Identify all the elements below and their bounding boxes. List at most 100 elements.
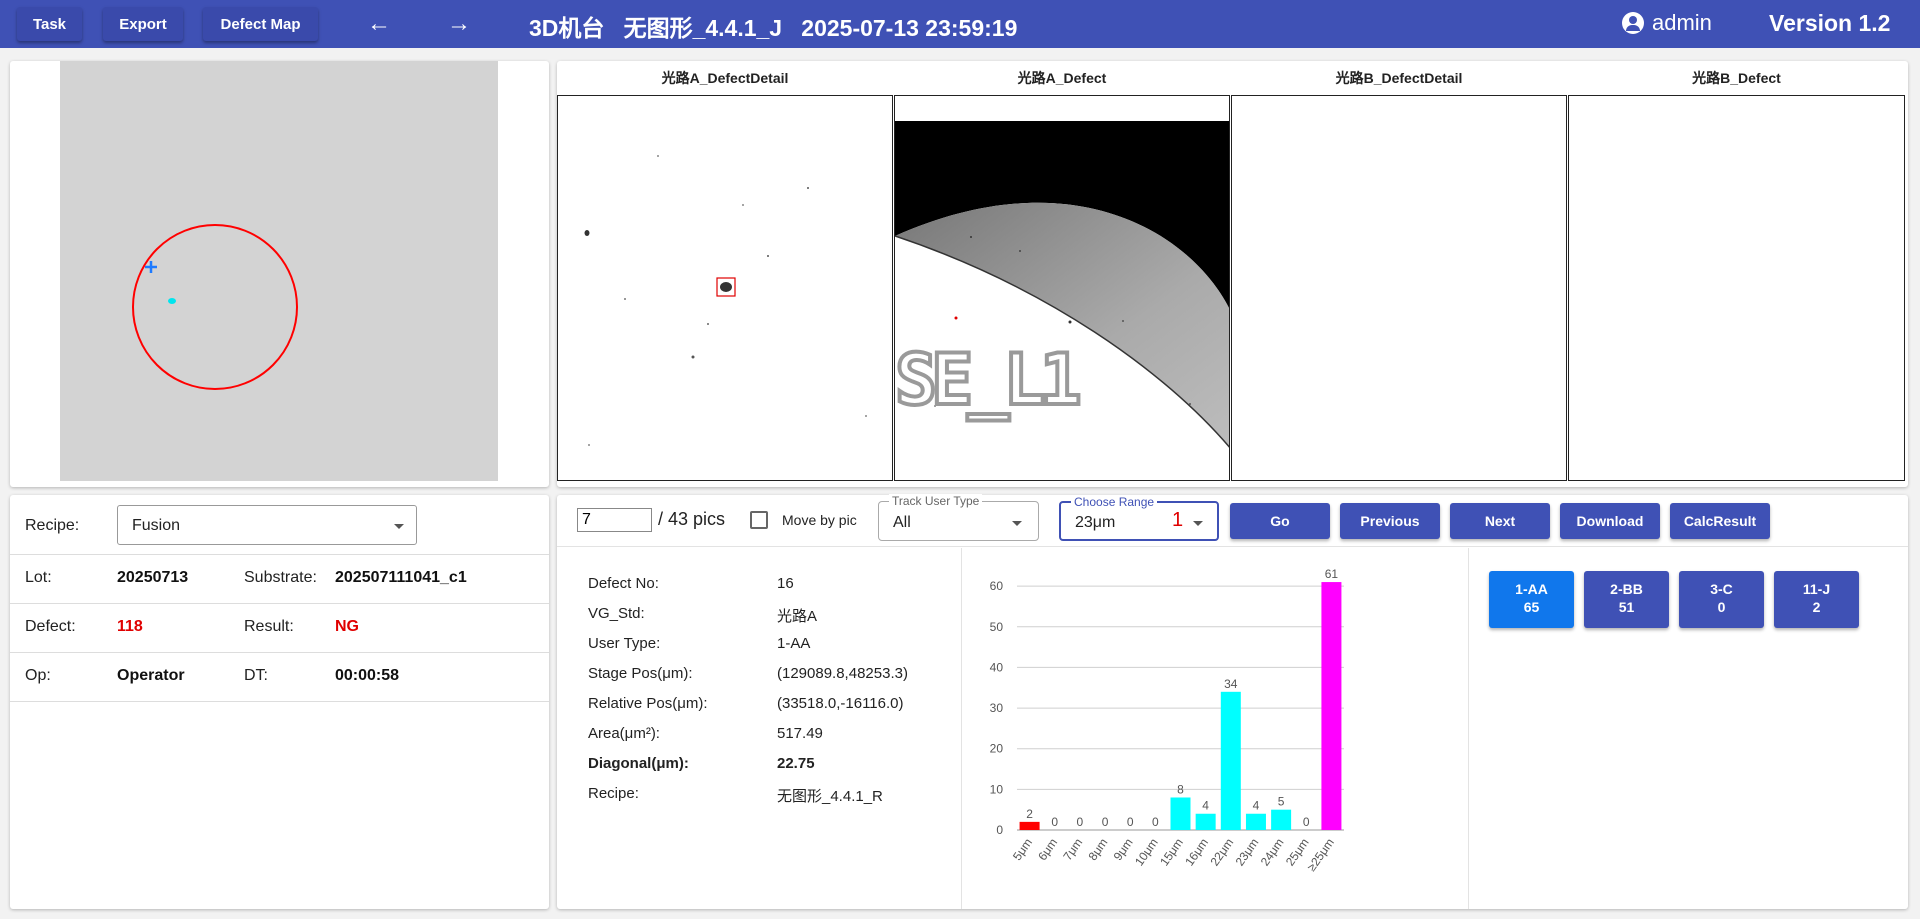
choose-range-value: 23μm xyxy=(1075,514,1116,531)
track-user-type-select[interactable]: Track User Type All xyxy=(878,494,1039,541)
x-tick-label: 10μm xyxy=(1132,836,1161,869)
forward-arrow-icon[interactable]: → xyxy=(443,8,475,40)
detail-label: Relative Pos(μm): xyxy=(588,695,708,712)
detail-label: Recipe: xyxy=(588,785,639,802)
data-label: 8 xyxy=(1177,782,1184,796)
move-by-pic-checkbox[interactable] xyxy=(750,511,768,529)
image-column-b-detail: 光路B_DefectDetail xyxy=(1231,61,1567,481)
go-button[interactable]: Go xyxy=(1230,503,1330,539)
data-label: 2 xyxy=(1026,807,1033,821)
task-button[interactable]: Task xyxy=(17,7,82,41)
previous-button[interactable]: Previous xyxy=(1340,503,1440,539)
x-tick-label: 8μm xyxy=(1085,836,1110,863)
y-tick-label: 20 xyxy=(990,742,1004,756)
choose-range-select[interactable]: Choose Range 23μm 1 xyxy=(1059,495,1219,541)
detail-label: Diagonal(μm): xyxy=(588,755,689,772)
defect-count: 118 xyxy=(117,618,143,635)
defect-label: Defect: xyxy=(25,618,76,635)
image-caption: 光路B_Defect xyxy=(1692,70,1781,86)
lot-row: Lot: 20250713 Substrate: 202507111041_c1 xyxy=(10,555,549,604)
histogram-chart: 010203040506025μm06μm07μm08μm09μm010μm81… xyxy=(990,567,1344,874)
histogram-bar xyxy=(1170,797,1191,830)
type-name: 1-AA xyxy=(1515,581,1548,597)
detail-label: Area(μm²): xyxy=(588,725,660,742)
data-label: 4 xyxy=(1202,799,1209,813)
chevron-down-icon xyxy=(394,524,404,529)
type-name: 2-BB xyxy=(1610,581,1643,597)
type-button-11-j[interactable]: 11-J 2 xyxy=(1774,571,1859,628)
defect-details: Defect No: 16 VG_Std: 光路A User Type: 1-A… xyxy=(557,548,962,909)
type-button-1-aa[interactable]: 1-AA 65 xyxy=(1489,571,1574,628)
x-tick-label: 5μm xyxy=(1010,836,1035,863)
detail-label: Defect No: xyxy=(588,575,659,592)
y-tick-label: 30 xyxy=(990,701,1004,715)
user-type-buttons: 1-AA 65 2-BB 51 3-C 0 11-J 2 xyxy=(1469,548,1908,909)
detail-value: 16 xyxy=(777,575,794,592)
type-name: 11-J xyxy=(1802,581,1831,597)
wafer-outline xyxy=(132,224,298,390)
histogram-bar xyxy=(1245,813,1266,830)
detail-value: 1-AA xyxy=(777,635,811,652)
user-menu[interactable]: admin xyxy=(1622,10,1712,36)
histogram-bar xyxy=(1271,809,1292,830)
defect-marker[interactable] xyxy=(168,298,176,304)
page-title: 3D机台 无图形_4.4.1_J 2025-07-13 23:59:19 xyxy=(529,15,1018,41)
lot-value: 20250713 xyxy=(117,569,189,586)
data-label: 34 xyxy=(1224,677,1238,691)
engraved-label: SE_L1 xyxy=(895,339,1079,421)
lot-label: Lot: xyxy=(25,569,52,586)
defect-review-panel: / 43 pics Move by pic Track User Type Al… xyxy=(557,494,1908,909)
data-label: 0 xyxy=(1102,815,1109,829)
data-label: 0 xyxy=(1152,815,1159,829)
wafer-map[interactable] xyxy=(60,61,498,481)
back-arrow-icon[interactable]: ← xyxy=(363,8,395,40)
calc-result-button[interactable]: CalcResult xyxy=(1670,503,1770,539)
account-circle-icon xyxy=(1622,12,1644,34)
defect-image-a[interactable]: SE_L1 xyxy=(894,95,1230,481)
choose-range-legend: Choose Range xyxy=(1071,495,1158,509)
substrate-label: Substrate: xyxy=(244,569,317,586)
op-row: Op: Operator DT: 00:00:58 xyxy=(10,653,549,702)
data-label: 0 xyxy=(1127,815,1134,829)
detail-value: (129089.8,48253.3) xyxy=(777,665,908,682)
recipe-value: Fusion xyxy=(132,517,181,534)
defect-detail-image-a[interactable] xyxy=(557,95,893,481)
page-number-input[interactable] xyxy=(577,508,652,532)
x-tick-label: 24μm xyxy=(1258,836,1287,869)
wafer-map-panel xyxy=(10,61,549,487)
image-column-b-defect: 光路B_Defect xyxy=(1568,61,1905,481)
total-pics-label: / 43 pics xyxy=(658,509,726,529)
dt-value: 00:00:58 xyxy=(335,667,400,684)
detail-label: VG_Std: xyxy=(588,605,645,622)
op-value: Operator xyxy=(117,667,185,684)
detail-value: 无图形_4.4.1_R xyxy=(777,788,883,805)
data-label: 5 xyxy=(1278,795,1285,809)
range-count-badge: 1 xyxy=(1172,509,1184,531)
x-tick-label: 23μm xyxy=(1233,836,1262,869)
image-column-a-defect: 光路A_Defect SE_L1 xyxy=(894,61,1230,481)
histogram-bar xyxy=(1019,821,1040,830)
x-tick-label: 6μm xyxy=(1035,836,1060,863)
download-button[interactable]: Download xyxy=(1560,503,1660,539)
export-button[interactable]: Export xyxy=(103,7,183,41)
x-tick-label: 16μm xyxy=(1182,836,1211,869)
defect-image-b[interactable] xyxy=(1568,95,1905,481)
type-button-2-bb[interactable]: 2-BB 51 xyxy=(1584,571,1669,628)
dt-label: DT: xyxy=(244,667,268,684)
defect-images-panel: 光路A_DefectDetail 光路A_Defect SE_L1 光路B_De… xyxy=(557,61,1908,487)
substrate-value: 202507111041_c1 xyxy=(335,569,467,586)
detail-value: (33518.0,-16116.0) xyxy=(777,695,904,712)
y-tick-label: 10 xyxy=(990,782,1004,796)
image-column-a-detail: 光路A_DefectDetail xyxy=(557,61,893,481)
recipe-select[interactable]: Fusion xyxy=(117,505,417,545)
defect-map-button[interactable]: Defect Map xyxy=(203,7,318,41)
next-button[interactable]: Next xyxy=(1450,503,1550,539)
image-caption: 光路B_DefectDetail xyxy=(1335,70,1463,86)
detail-value: 517.49 xyxy=(777,725,823,742)
x-tick-label: ≥25μm xyxy=(1304,836,1337,874)
y-tick-label: 50 xyxy=(990,620,1004,634)
type-button-3-c[interactable]: 3-C 0 xyxy=(1679,571,1764,628)
y-tick-label: 0 xyxy=(996,823,1003,837)
defect-detail-image-b[interactable] xyxy=(1231,95,1567,481)
chevron-down-icon xyxy=(1012,521,1022,526)
